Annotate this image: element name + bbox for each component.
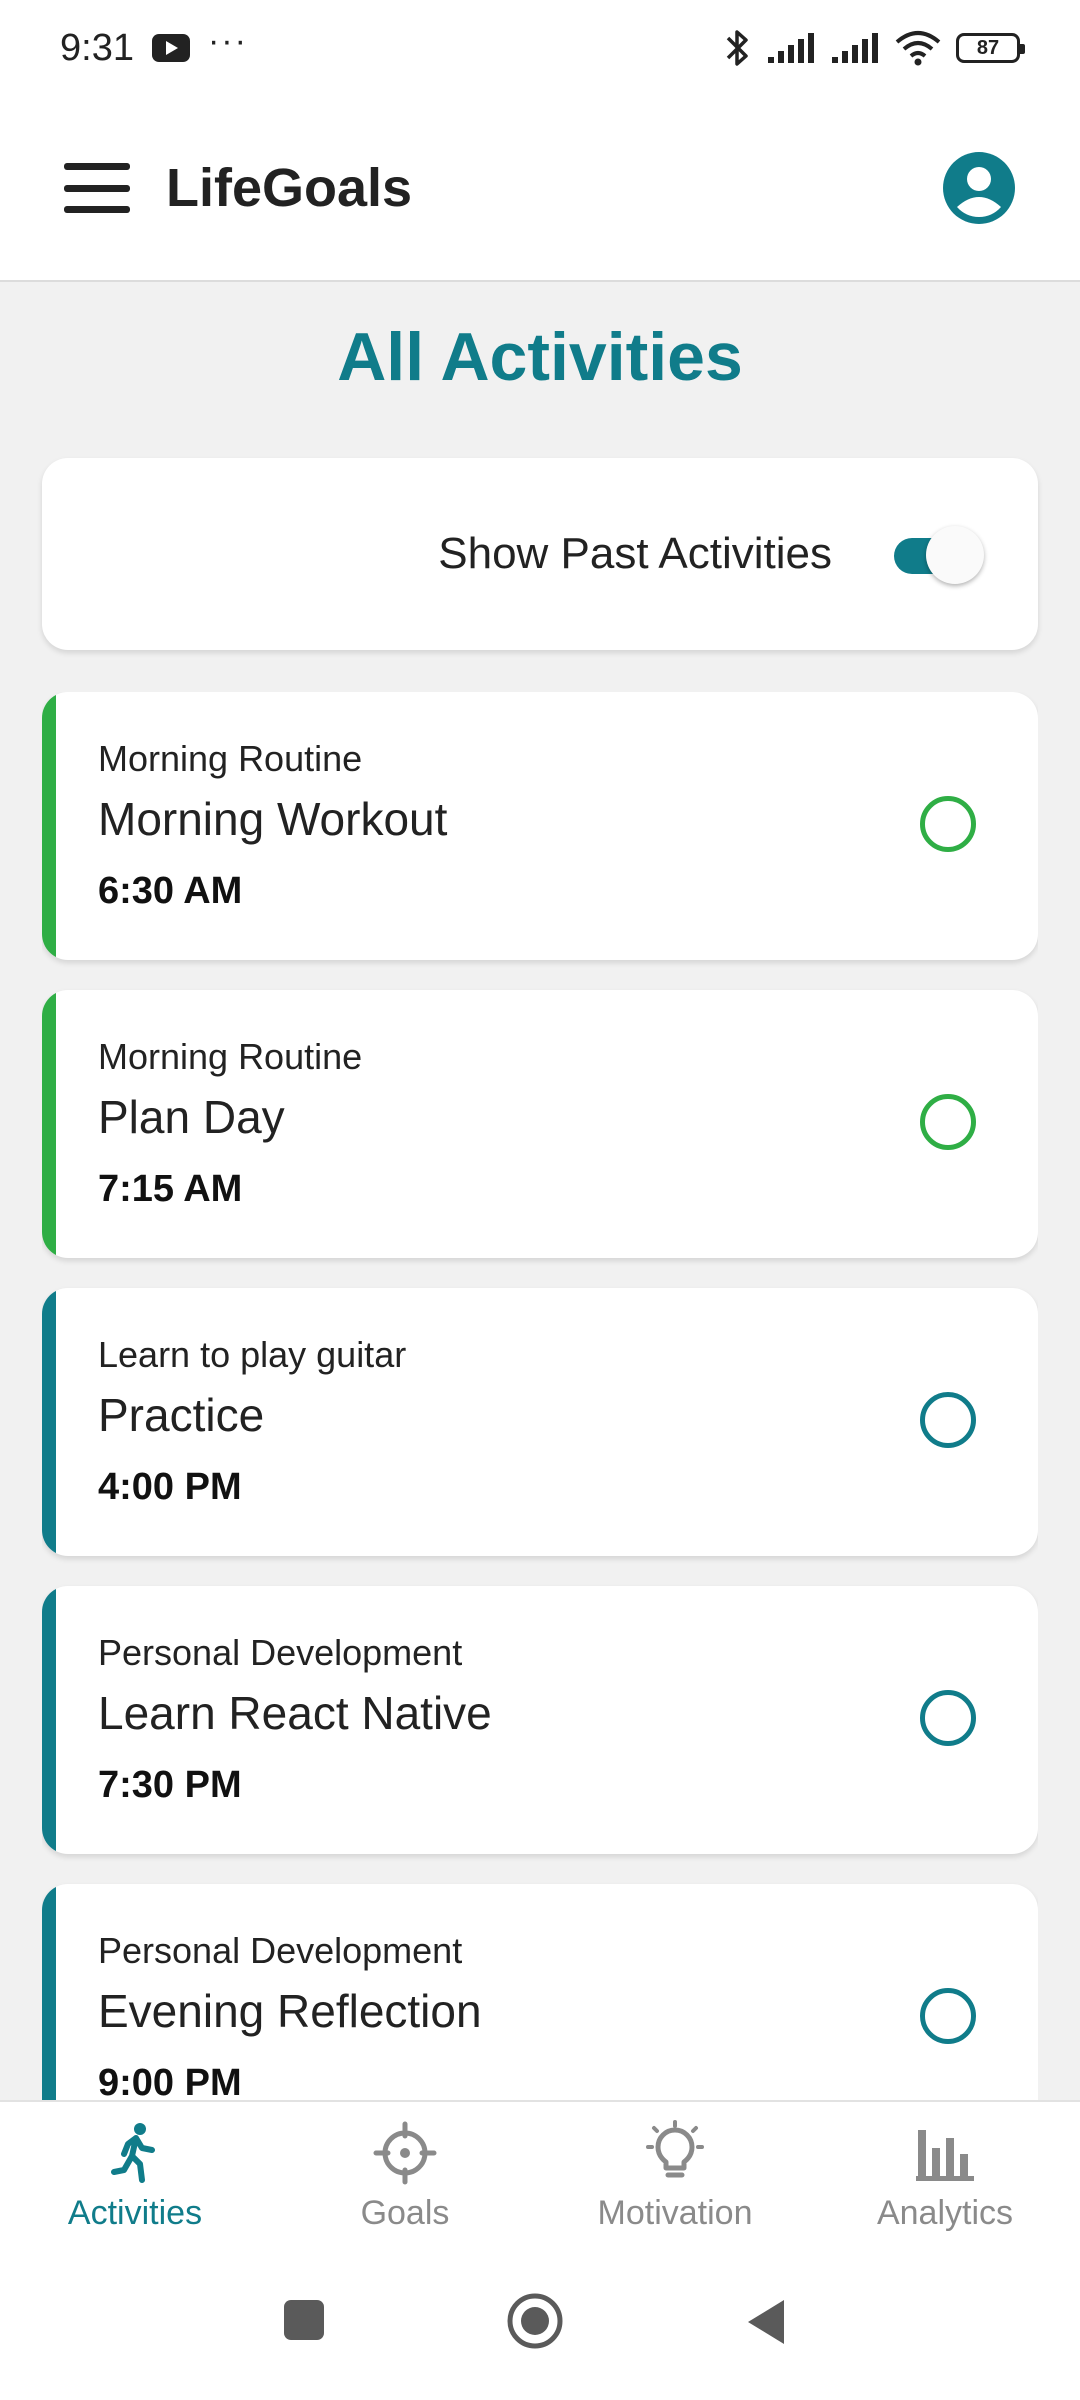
status-right: 87 — [724, 28, 1025, 68]
status-time: 9:31 — [60, 26, 134, 69]
nav-label: Goals — [360, 2194, 450, 2232]
activity-card[interactable]: Morning Routine Morning Workout 6:30 AM — [42, 692, 1038, 960]
nav-goals[interactable]: Goals — [270, 2102, 540, 2252]
wifi-icon — [895, 31, 941, 66]
show-past-activities-label: Show Past Activities — [438, 529, 832, 578]
activities-list: Morning Routine Morning Workout 6:30 AM … — [42, 692, 1038, 2100]
nav-label: Analytics — [876, 2194, 1014, 2232]
activity-color-bar — [42, 1288, 56, 1556]
bluetooth-icon — [726, 30, 748, 66]
page-title: All Activities — [337, 319, 743, 395]
signal-icon — [768, 33, 814, 63]
activity-category: Morning Routine — [98, 1036, 363, 1077]
nav-analytics[interactable]: Analytics — [810, 2102, 1080, 2252]
complete-circle-icon[interactable] — [920, 1988, 976, 2044]
nav-activities[interactable]: Activities — [0, 2102, 270, 2252]
toggle-thumb — [926, 526, 984, 584]
bottom-navigation: Activities Goals Motivation Analytics — [0, 2100, 1080, 2252]
activity-category: Learn to play guitar — [98, 1334, 407, 1375]
more-dots-icon: ··· — [207, 21, 248, 60]
recents-button-icon[interactable] — [282, 2298, 326, 2342]
complete-circle-icon[interactable] — [920, 1392, 976, 1448]
system-navigation-bar — [0, 2252, 1080, 2400]
account-circle-icon[interactable] — [942, 151, 1016, 225]
activity-name: Morning Workout — [98, 793, 448, 845]
lightbulb-icon — [646, 2120, 704, 2178]
show-past-activities-toggle[interactable] — [894, 526, 984, 584]
complete-circle-icon[interactable] — [920, 796, 976, 852]
activity-time: 7:15 AM — [98, 1168, 243, 1210]
battery-icon: 87 — [956, 33, 1025, 63]
activity-category: Morning Routine — [98, 738, 363, 779]
activity-time: 9:00 PM — [98, 2062, 242, 2100]
status-bar: 9:31 ··· 87 — [0, 0, 1080, 96]
activity-time: 7:30 PM — [98, 1764, 242, 1806]
app-title: LifeGoals — [166, 158, 413, 218]
bar-chart-icon — [916, 2130, 974, 2181]
activity-card[interactable]: Personal Development Evening Reflection … — [42, 1884, 1038, 2100]
activity-time: 4:00 PM — [98, 1466, 242, 1508]
nav-motivation[interactable]: Motivation — [540, 2102, 810, 2252]
activity-name: Practice — [98, 1389, 265, 1441]
past-activities-filter-card: Show Past Activities — [42, 458, 1038, 650]
activity-card[interactable]: Learn to play guitar Practice 4:00 PM — [42, 1288, 1038, 1556]
activity-color-bar — [42, 1884, 56, 2100]
activity-category: Personal Development — [98, 1930, 463, 1971]
activity-color-bar — [42, 1586, 56, 1854]
back-button-icon[interactable] — [744, 2298, 788, 2346]
activity-color-bar — [42, 692, 56, 960]
nav-label: Activities — [67, 2194, 203, 2232]
app-bar: LifeGoals — [0, 96, 1080, 282]
running-icon — [111, 2123, 155, 2183]
activity-card[interactable]: Personal Development Learn React Native … — [42, 1586, 1038, 1854]
activity-name: Learn React Native — [98, 1687, 492, 1739]
home-button-icon[interactable] — [506, 2292, 564, 2350]
activity-name: Evening Reflection — [98, 1985, 482, 2037]
youtube-icon — [151, 34, 190, 62]
activity-category: Personal Development — [98, 1632, 463, 1673]
battery-level: 87 — [976, 36, 1000, 59]
nav-label: Motivation — [597, 2194, 753, 2232]
activity-card[interactable]: Morning Routine Plan Day 7:15 AM — [42, 990, 1038, 1258]
complete-circle-icon[interactable] — [920, 1094, 976, 1150]
activity-color-bar — [42, 990, 56, 1258]
activity-name: Plan Day — [98, 1091, 285, 1143]
target-icon — [373, 2121, 437, 2185]
hamburger-menu-icon[interactable] — [64, 163, 130, 213]
status-left: 9:31 ··· — [60, 22, 248, 70]
signal-icon — [832, 33, 878, 63]
activity-time: 6:30 AM — [98, 870, 243, 912]
complete-circle-icon[interactable] — [920, 1690, 976, 1746]
